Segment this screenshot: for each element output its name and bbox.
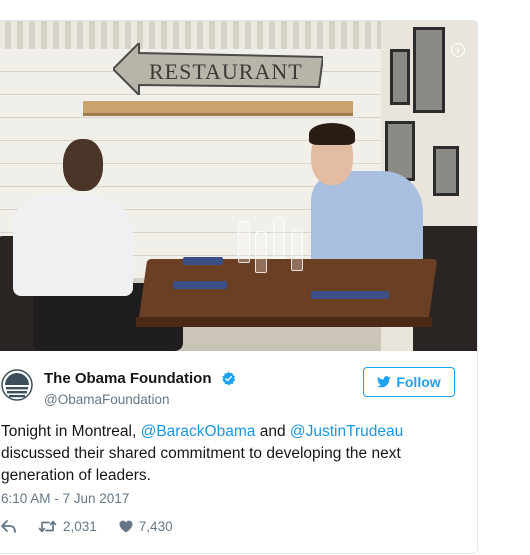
napkin	[311, 291, 389, 299]
tweet-text: Tonight in Montreal, @BarackObama and @J…	[1, 421, 441, 487]
wall-picture-frame	[433, 146, 459, 196]
retweet-icon	[38, 520, 57, 533]
info-icon[interactable]: i	[451, 43, 465, 57]
wine-glass	[291, 229, 303, 271]
restaurant-table	[138, 259, 438, 319]
twitter-bird-icon	[377, 376, 392, 388]
wine-glass	[255, 231, 267, 273]
display-name[interactable]: The Obama Foundation	[44, 370, 212, 387]
wall-picture-frame	[413, 27, 445, 113]
person-left-head	[63, 139, 103, 191]
tweet-text-segment: Tonight in Montreal,	[1, 423, 141, 440]
mention-link[interactable]: @JustinTrudeau	[290, 423, 403, 440]
follow-button-label: Follow	[396, 374, 441, 390]
restaurant-sign: RESTAURANT	[113, 43, 323, 95]
verified-badge-icon	[222, 371, 236, 386]
restaurant-table-edge	[136, 317, 432, 327]
retweet-action[interactable]: 2,031	[38, 519, 97, 534]
tweet-text-segment: and	[255, 423, 290, 440]
restaurant-sign-text: RESTAURANT	[149, 59, 303, 84]
tweet-photo[interactable]: RESTAURANT i	[0, 21, 477, 351]
photo-shelf	[83, 101, 353, 116]
retweet-count: 2,031	[63, 519, 97, 534]
person-right-hair	[309, 123, 355, 145]
avatar[interactable]	[1, 369, 33, 401]
follow-button[interactable]: Follow	[363, 367, 455, 397]
person-left	[13, 196, 133, 296]
user-handle[interactable]: @ObamaFoundation	[44, 392, 170, 407]
reply-icon	[1, 520, 16, 533]
wine-glass	[273, 217, 285, 259]
wine-glass	[238, 221, 250, 263]
heart-icon	[119, 520, 133, 533]
tweet-text-segment: discussed their shared commitment to dev…	[1, 445, 401, 484]
napkin	[173, 281, 227, 289]
mention-link[interactable]: @BarackObama	[141, 423, 256, 440]
tweet-actions: 2,031 7,430	[1, 519, 195, 534]
tweet-timestamp[interactable]: 6:10 AM - 7 Jun 2017	[1, 491, 129, 506]
napkin	[183, 257, 223, 265]
like-count: 7,430	[138, 519, 173, 534]
embedded-tweet-card: RESTAURANT i The Obama Foundation @Obama…	[0, 20, 478, 554]
like-action[interactable]: 7,430	[119, 519, 173, 534]
reply-action[interactable]	[1, 520, 16, 533]
wall-picture-frame	[390, 49, 410, 105]
